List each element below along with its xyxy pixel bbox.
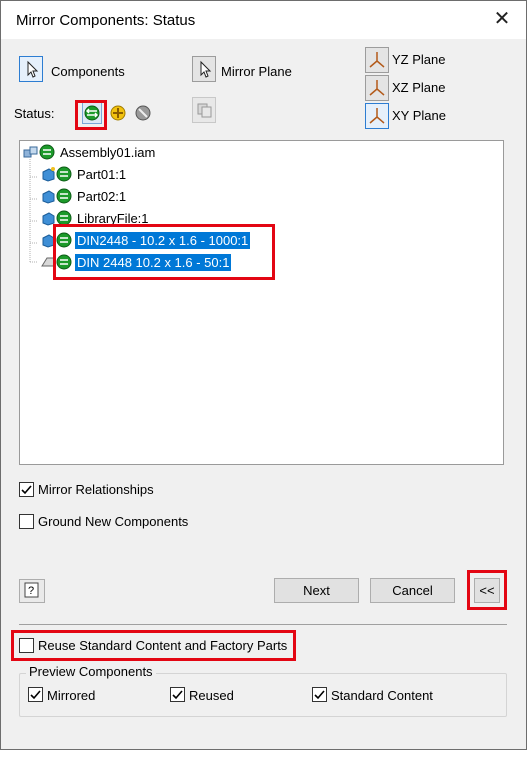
- mirror-components-dialog: Mirror Components: Status ✕ Components M…: [0, 0, 527, 750]
- xz-plane-button[interactable]: [365, 75, 389, 101]
- status-reuse-button[interactable]: [108, 103, 128, 123]
- help-icon: ?: [24, 582, 39, 598]
- preview-components-title: Preview Components: [26, 664, 156, 679]
- cursor-arrow-icon: [200, 60, 212, 78]
- tree-root-label: Assembly01.iam: [60, 144, 156, 160]
- exclude-status-icon: [135, 105, 151, 121]
- next-button[interactable]: Next: [274, 578, 359, 603]
- assembly-icon: [23, 146, 38, 158]
- components-select-button[interactable]: [19, 56, 43, 82]
- xy-plane-button[interactable]: [365, 103, 389, 129]
- tree-root-assembly[interactable]: Assembly01.iam: [23, 142, 157, 162]
- annotation-highlight-collapse: [467, 570, 507, 610]
- preview-standard-content-label[interactable]: Standard Content: [331, 688, 433, 703]
- status-exclude-button[interactable]: [133, 103, 153, 123]
- preview-reused-checkbox[interactable]: [170, 687, 185, 702]
- components-label: Components: [51, 64, 125, 79]
- annotation-highlight-status: [75, 100, 107, 130]
- close-icon[interactable]: ✕: [492, 9, 512, 29]
- mirror-relationships-label[interactable]: Mirror Relationships: [38, 482, 154, 497]
- tree-item-label: Part02:1: [77, 188, 127, 204]
- checkmark-icon: [30, 690, 41, 700]
- checkmark-icon: [21, 485, 32, 495]
- xy-plane-label[interactable]: XY Plane: [392, 108, 446, 123]
- xz-plane-label[interactable]: XZ Plane: [392, 80, 445, 95]
- copy-button[interactable]: [192, 97, 216, 123]
- mirror-status-icon: [56, 166, 72, 182]
- svg-text:?: ?: [28, 585, 34, 597]
- help-button[interactable]: ?: [19, 579, 45, 603]
- tree-item-part01[interactable]: Part01:1: [40, 164, 128, 184]
- reuse-status-icon: [110, 105, 126, 121]
- xz-plane-icon: [369, 80, 385, 96]
- preview-reused-label[interactable]: Reused: [189, 688, 234, 703]
- yz-plane-label[interactable]: YZ Plane: [392, 52, 445, 67]
- cursor-arrow-icon: [27, 60, 39, 78]
- xy-plane-icon: [369, 108, 385, 124]
- yz-plane-button[interactable]: [365, 47, 389, 73]
- mirror-status-icon: [56, 188, 72, 204]
- mirror-plane-select-button[interactable]: [192, 56, 216, 82]
- tree-item-part02[interactable]: Part02:1: [40, 186, 128, 206]
- ground-new-components-label[interactable]: Ground New Components: [38, 514, 188, 529]
- checkmark-icon: [314, 690, 325, 700]
- tree-item-label: Part01:1: [77, 166, 127, 182]
- preview-standard-content-checkbox[interactable]: [312, 687, 327, 702]
- yz-plane-icon: [369, 52, 385, 68]
- annotation-highlight-reuse: [11, 630, 296, 661]
- part-icon: [42, 190, 55, 204]
- ground-new-components-checkbox[interactable]: [19, 514, 34, 529]
- preview-mirrored-label[interactable]: Mirrored: [47, 688, 95, 703]
- component-tree[interactable]: Assembly01.iam Part01:1 Part02:1 Library…: [19, 140, 504, 465]
- mirror-status-icon: [39, 144, 55, 160]
- checkmark-icon: [172, 690, 183, 700]
- cancel-button[interactable]: Cancel: [370, 578, 455, 603]
- part-icon: [42, 167, 55, 182]
- mirror-plane-label: Mirror Plane: [221, 64, 292, 79]
- dialog-title: Mirror Components: Status: [16, 12, 196, 29]
- annotation-highlight-selected-parts: [53, 224, 275, 280]
- preview-mirrored-checkbox[interactable]: [28, 687, 43, 702]
- divider: [19, 624, 507, 625]
- title-bar: Mirror Components: Status ✕: [1, 1, 526, 39]
- copy-icon: [197, 103, 212, 118]
- status-label: Status:: [14, 106, 55, 121]
- mirror-relationships-checkbox[interactable]: [19, 482, 34, 497]
